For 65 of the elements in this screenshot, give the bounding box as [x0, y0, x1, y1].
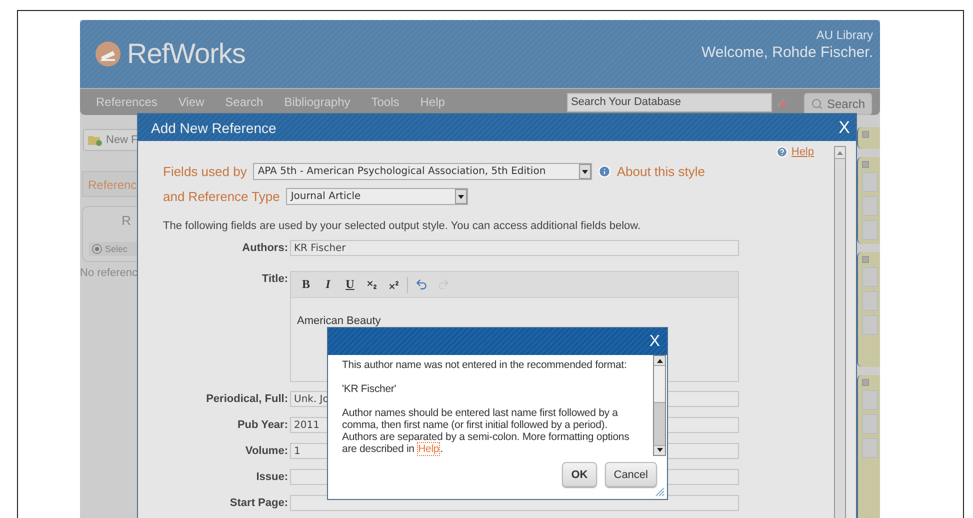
welcome-text: Welcome, Rohde Fischer. [702, 44, 873, 61]
side-slot [862, 196, 878, 216]
side-slot [862, 414, 878, 434]
field-label: Authors: [241, 241, 289, 254]
side-slot [862, 267, 878, 287]
nav-item[interactable]: Tools [371, 95, 400, 109]
dialog-title: Add New Reference [151, 120, 276, 136]
help-link[interactable]: Help [791, 146, 814, 158]
radio-option[interactable]: Selec [89, 242, 137, 256]
message-text: Author names should be entered last name first followed by a comma, then first name (or first initial followed by a period). Authors are separated by a semi-colon. More formatting options are described in Help. [342, 407, 630, 455]
field-label: Periodical, Full: [205, 392, 289, 405]
nav-item[interactable]: Bibliography [284, 95, 350, 109]
search-icon [810, 98, 823, 110]
side-slot [862, 390, 878, 410]
side-slot [862, 438, 878, 458]
logo-text: RefWorks [127, 38, 246, 70]
search-button[interactable]: Search [804, 92, 872, 114]
new-folder-button[interactable]: New F [83, 129, 137, 151]
underline-button[interactable]: U [341, 276, 359, 294]
close-button[interactable]: X [838, 118, 850, 138]
info-text: The following fields are used by your selected output style. You can access additional fields below. [163, 220, 642, 232]
italic-button[interactable]: I [319, 276, 337, 294]
field-label: Issue: [255, 470, 289, 483]
help-icon [776, 146, 788, 158]
type-select[interactable]: Journal Article [286, 188, 468, 205]
style-select[interactable]: APA 5th - American Psychological Association, 5th Edition [252, 163, 592, 180]
nav-item[interactable]: View [178, 95, 204, 109]
panel-title: R [122, 213, 131, 228]
field-label: Volume: [244, 444, 289, 457]
close-button[interactable]: X [649, 332, 660, 350]
cancel-button[interactable]: Cancel [604, 462, 657, 487]
ok-button[interactable]: OK [562, 462, 597, 487]
bold-button[interactable]: B [297, 276, 315, 294]
type-label: and Reference Type [163, 189, 280, 204]
empty-message: No referenc [80, 267, 137, 279]
side-slot [862, 315, 878, 335]
field-label: Title: [260, 272, 289, 285]
references-tab[interactable]: Referenc [82, 171, 137, 197]
side-slot [862, 291, 878, 311]
resize-grip-icon[interactable] [655, 487, 665, 497]
subscript-icon [366, 278, 378, 290]
editor-text: American Beauty [297, 315, 381, 327]
message-text: 'KR Fischer' [342, 383, 398, 395]
text-field[interactable]: KR Fischer [290, 240, 739, 256]
undo-icon [414, 278, 428, 291]
nav-item[interactable]: Search [225, 95, 264, 109]
scroll-down-icon[interactable] [656, 448, 662, 452]
folder-icon [88, 134, 102, 146]
nav-item[interactable]: Help [420, 95, 445, 109]
nav-item[interactable]: References [96, 95, 158, 109]
field-label: Start Page: [228, 496, 289, 509]
superscript-icon [388, 278, 400, 290]
info-icon [598, 165, 611, 178]
search-field[interactable]: Search Your Database [566, 92, 772, 112]
help-link[interactable]: Help [417, 442, 440, 456]
logo-icon [95, 41, 121, 67]
institution-name: AU Library [816, 28, 873, 42]
side-slot [862, 220, 878, 240]
side-slot [862, 172, 878, 192]
style-label: Fields used by [163, 164, 247, 179]
field-label: Pub Year: [236, 418, 289, 431]
redo-icon [436, 278, 450, 291]
about-style-link[interactable]: About this style [616, 164, 705, 179]
message-text: This author name was not entered in the recommended format: [342, 359, 628, 371]
scroll-up-icon[interactable] [656, 358, 662, 363]
